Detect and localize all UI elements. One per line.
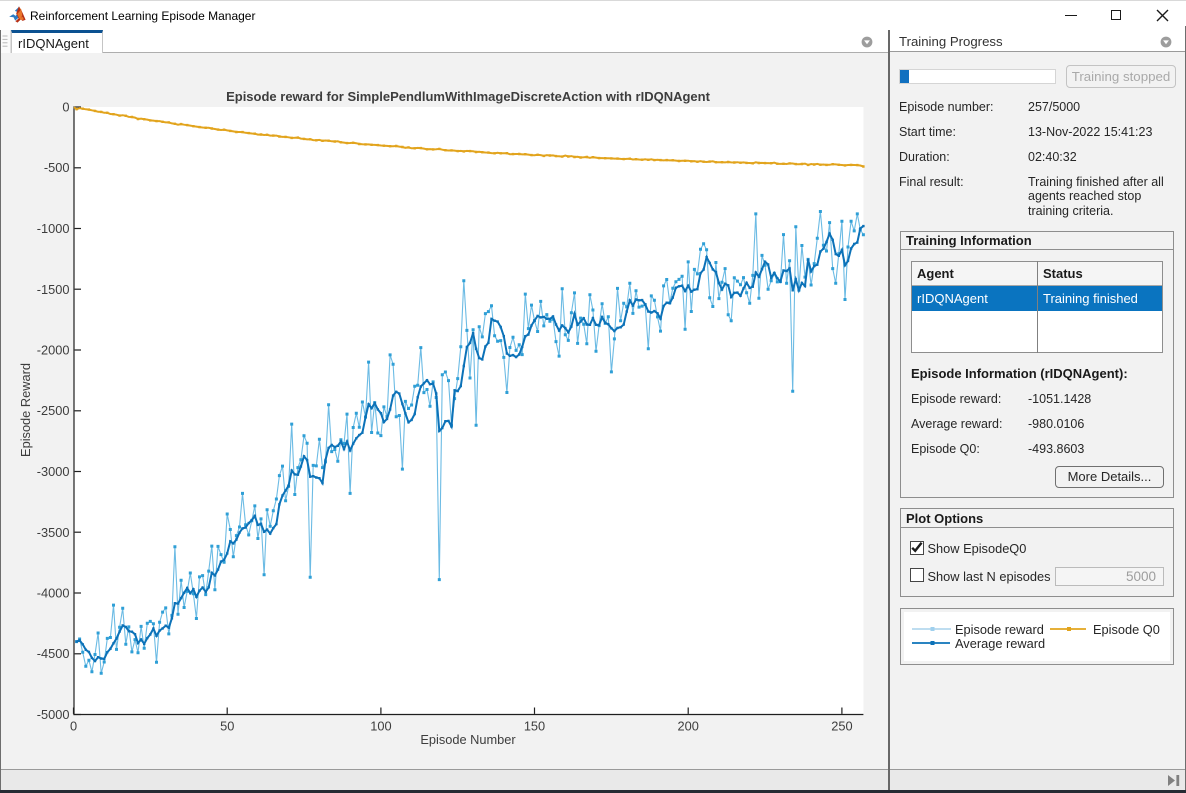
svg-text:-4500: -4500: [37, 646, 70, 661]
svg-text:100: 100: [370, 719, 391, 734]
svg-text:-1500: -1500: [37, 282, 70, 297]
svg-text:Episode Number: Episode Number: [420, 732, 516, 747]
svg-text:-2500: -2500: [37, 403, 70, 418]
svg-text:150: 150: [524, 719, 545, 734]
svg-text:-2000: -2000: [37, 343, 70, 358]
svg-text:-1000: -1000: [37, 221, 70, 236]
svg-text:0: 0: [62, 100, 69, 115]
svg-text:250: 250: [831, 719, 852, 734]
svg-text:-500: -500: [44, 160, 70, 175]
svg-text:200: 200: [678, 719, 699, 734]
svg-text:Episode Reward: Episode Reward: [18, 363, 33, 457]
svg-text:-3500: -3500: [37, 525, 70, 540]
svg-text:-4000: -4000: [37, 586, 70, 601]
svg-text:-3000: -3000: [37, 464, 70, 479]
svg-text:Episode reward for SimplePendl: Episode reward for SimplePendlumWithImag…: [226, 89, 711, 104]
svg-text:-5000: -5000: [37, 707, 70, 722]
svg-text:0: 0: [70, 719, 77, 734]
svg-text:50: 50: [220, 719, 234, 734]
